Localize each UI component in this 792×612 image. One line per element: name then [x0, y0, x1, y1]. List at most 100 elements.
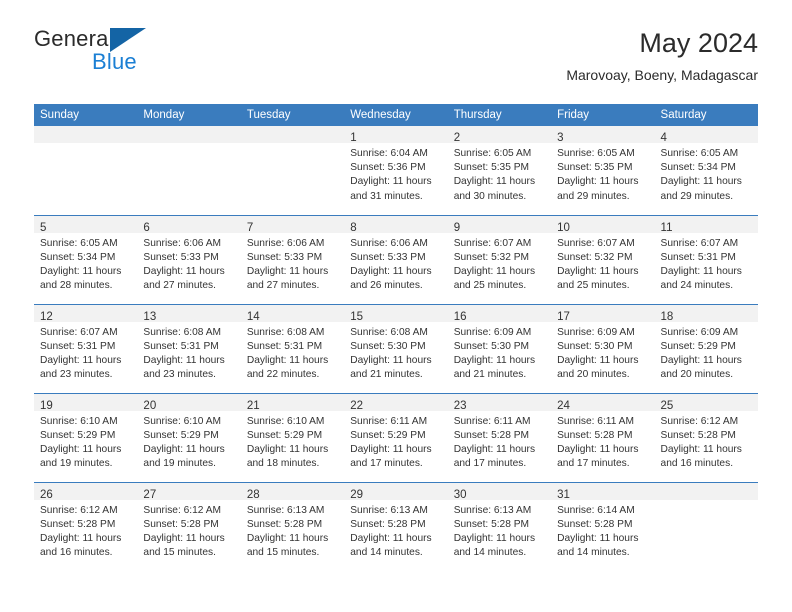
calendar-day-cell[interactable]: 14 Sunrise: 6:08 AM Sunset: 5:31 PM Dayligh…: [240, 303, 345, 393]
weekday-header-sunday: Sunday: [34, 104, 138, 126]
sunrise-text: Sunrise: 6:06 AM: [246, 237, 325, 249]
brand-name-blue: Blue: [92, 49, 137, 74]
daylight-text-line1: Daylight: 11 hours: [40, 265, 122, 277]
day-details: Sunrise: 6:06 AM Sunset: 5:33 PM Daylight:…: [137, 233, 240, 294]
sunset-text: Sunset: 5:33 PM: [143, 251, 219, 263]
calendar-day-cell[interactable]: 30 Sunrise: 6:13 AM Sunset: 5:28 PM Dayligh…: [447, 481, 552, 571]
calendar-day-cell[interactable]: 2 Sunrise: 6:05 AM Sunset: 5:35 PM Daylight…: [447, 126, 552, 215]
sunrise-text: Sunrise: 6:05 AM: [557, 148, 635, 159]
sunrise-text: Sunrise: 6:05 AM: [453, 148, 532, 159]
sunrise-text: Sunrise: 6:14 AM: [557, 504, 635, 516]
sunrise-text: Sunrise: 6:07 AM: [660, 237, 739, 249]
calendar-day-cell[interactable]: 7 Sunrise: 6:06 AM Sunset: 5:33 PM Daylight…: [240, 214, 345, 304]
daylight-text-line1: Daylight: 11 hours: [350, 443, 432, 455]
calendar-day-cell[interactable]: 13 Sunrise: 6:08 AM Sunset: 5:31 PM Dayligh…: [137, 303, 241, 393]
calendar-day-cell[interactable]: 11 Sunrise: 6:07 AM Sunset: 5:31 PM Dayligh…: [654, 214, 758, 304]
daylight-text-line2: and 27 minutes.: [246, 280, 320, 292]
day-number-band: 27: [137, 482, 241, 501]
daylight-text-line2: and 14 minutes.: [453, 547, 527, 559]
calendar-day-cell[interactable]: 18 Sunrise: 6:09 AM Sunset: 5:29 PM Dayligh…: [654, 303, 758, 393]
day-number: 26: [40, 488, 53, 501]
calendar-day-cell[interactable]: 1 Sunrise: 6:04 AM Sunset: 5:36 PM Daylight…: [344, 126, 448, 215]
day-number-band: [654, 482, 758, 500]
daylight-text-line2: and 29 minutes.: [557, 190, 630, 202]
sunrise-text: Sunrise: 6:13 AM: [453, 504, 532, 516]
day-details: Sunrise: 6:09 AM Sunset: 5:30 PM Daylight:…: [448, 322, 551, 383]
calendar-day-cell[interactable]: 28 Sunrise: 6:13 AM Sunset: 5:28 PM Dayligh…: [240, 481, 345, 571]
day-number-band: 1: [344, 126, 448, 144]
sunrise-text: Sunrise: 6:04 AM: [350, 148, 428, 159]
day-number: 25: [660, 399, 674, 412]
calendar-week-row: 26 Sunrise: 6:12 AM Sunset: 5:28 PM Dayligh…: [34, 481, 758, 571]
day-number-band: 18: [654, 304, 758, 323]
daylight-text-line1: Daylight: 11 hours: [660, 354, 742, 366]
sunset-text: Sunset: 5:30 PM: [557, 340, 633, 352]
calendar-day-cell-empty: [34, 126, 138, 215]
calendar-day-cell-empty: [137, 126, 241, 215]
sunrise-text: Sunrise: 6:07 AM: [453, 237, 532, 249]
day-details: Sunrise: 6:07 AM Sunset: 5:32 PM Daylight:…: [551, 233, 654, 294]
daylight-text-line2: and 23 minutes.: [40, 369, 113, 381]
calendar-day-cell[interactable]: 10 Sunrise: 6:07 AM Sunset: 5:32 PM Dayligh…: [551, 214, 655, 304]
sunset-text: Sunset: 5:36 PM: [350, 162, 426, 174]
calendar-day-cell[interactable]: 26 Sunrise: 6:12 AM Sunset: 5:28 PM Dayligh…: [34, 481, 138, 571]
calendar-day-cell[interactable]: 24 Sunrise: 6:11 AM Sunset: 5:28 PM Dayligh…: [551, 392, 655, 482]
day-number-band: 4: [654, 126, 758, 144]
day-number: 2: [453, 132, 461, 144]
brand-logo[interactable]: General Blue: [34, 26, 274, 88]
sunrise-text: Sunrise: 6:07 AM: [557, 237, 635, 249]
calendar-day-cell[interactable]: 16 Sunrise: 6:09 AM Sunset: 5:30 PM Dayligh…: [447, 303, 552, 393]
daylight-text-line2: and 30 minutes.: [453, 190, 527, 202]
sunset-text: Sunset: 5:32 PM: [453, 251, 530, 263]
sunrise-text: Sunrise: 6:12 AM: [143, 504, 222, 516]
daylight-text-line2: and 16 minutes.: [40, 547, 113, 559]
sunset-text: Sunset: 5:28 PM: [557, 518, 633, 530]
calendar-day-cell[interactable]: 31 Sunrise: 6:14 AM Sunset: 5:28 PM Dayligh…: [551, 481, 655, 571]
calendar-day-cell[interactable]: 6 Sunrise: 6:06 AM Sunset: 5:33 PM Daylight…: [137, 214, 241, 304]
calendar-day-cell[interactable]: 15 Sunrise: 6:08 AM Sunset: 5:30 PM Dayligh…: [344, 303, 448, 393]
daylight-text-line1: Daylight: 11 hours: [350, 176, 432, 188]
day-number-band: [240, 126, 345, 143]
sunrise-text: Sunrise: 6:08 AM: [246, 326, 325, 338]
calendar-day-cell[interactable]: 25 Sunrise: 6:12 AM Sunset: 5:28 PM Dayligh…: [654, 392, 758, 482]
calendar-day-cell[interactable]: 5 Sunrise: 6:05 AM Sunset: 5:34 PM Daylight…: [34, 214, 138, 304]
day-details: Sunrise: 6:08 AM Sunset: 5:30 PM Daylight:…: [344, 322, 447, 383]
daylight-text-line2: and 17 minutes.: [557, 458, 630, 470]
weekday-header-row: Sunday Monday Tuesday Wednesday Thursday…: [34, 104, 758, 126]
calendar-day-cell[interactable]: 27 Sunrise: 6:12 AM Sunset: 5:28 PM Dayligh…: [137, 481, 241, 571]
calendar-day-cell[interactable]: 4 Sunrise: 6:05 AM Sunset: 5:34 PM Daylight…: [654, 126, 758, 215]
calendar-day-cell[interactable]: 3 Sunrise: 6:05 AM Sunset: 5:35 PM Daylight…: [551, 126, 655, 215]
calendar-day-cell[interactable]: 17 Sunrise: 6:09 AM Sunset: 5:30 PM Dayligh…: [551, 303, 655, 393]
sunset-text: Sunset: 5:28 PM: [453, 518, 530, 530]
calendar-day-cell[interactable]: 12 Sunrise: 6:07 AM Sunset: 5:31 PM Dayligh…: [34, 303, 138, 393]
daylight-text-line2: and 14 minutes.: [350, 547, 423, 559]
calendar-day-cell[interactable]: 22 Sunrise: 6:11 AM Sunset: 5:29 PM Dayligh…: [344, 392, 448, 482]
daylight-text-line1: Daylight: 11 hours: [660, 443, 742, 455]
daylight-text-line1: Daylight: 11 hours: [557, 532, 639, 544]
day-details: Sunrise: 6:07 AM Sunset: 5:32 PM Daylight:…: [448, 233, 551, 294]
calendar-day-cell[interactable]: 21 Sunrise: 6:10 AM Sunset: 5:29 PM Dayligh…: [240, 392, 345, 482]
sunset-text: Sunset: 5:28 PM: [40, 518, 116, 530]
daylight-text-line2: and 22 minutes.: [246, 369, 320, 381]
day-number: 12: [40, 310, 53, 323]
calendar-week-row: 5 Sunrise: 6:05 AM Sunset: 5:34 PM Daylight…: [34, 214, 758, 304]
day-details: Sunrise: 6:12 AM Sunset: 5:28 PM Daylight:…: [34, 500, 137, 561]
daylight-text-line2: and 26 minutes.: [350, 280, 423, 292]
sunset-text: Sunset: 5:30 PM: [350, 340, 426, 352]
calendar-day-cell[interactable]: 19 Sunrise: 6:10 AM Sunset: 5:29 PM Dayligh…: [34, 392, 138, 482]
calendar-day-cell[interactable]: 9 Sunrise: 6:07 AM Sunset: 5:32 PM Daylight…: [447, 214, 552, 304]
calendar-day-cell[interactable]: 8 Sunrise: 6:06 AM Sunset: 5:33 PM Daylight…: [344, 214, 448, 304]
day-number-band: 25: [654, 393, 758, 412]
daylight-text-line2: and 28 minutes.: [40, 280, 113, 292]
day-number: 19: [40, 399, 53, 412]
sunset-text: Sunset: 5:32 PM: [557, 251, 633, 263]
day-number: 21: [246, 399, 260, 412]
day-number: 10: [557, 221, 570, 234]
daylight-text-line2: and 21 minutes.: [453, 369, 527, 381]
calendar-day-cell[interactable]: 23 Sunrise: 6:11 AM Sunset: 5:28 PM Dayligh…: [447, 392, 552, 482]
day-number: 13: [143, 310, 157, 323]
weekday-header-friday: Friday: [551, 104, 655, 126]
calendar-day-cell[interactable]: 29 Sunrise: 6:13 AM Sunset: 5:28 PM Dayligh…: [344, 481, 448, 571]
day-number-band: 3: [551, 126, 655, 144]
calendar-day-cell[interactable]: 20 Sunrise: 6:10 AM Sunset: 5:29 PM Dayligh…: [137, 392, 241, 482]
